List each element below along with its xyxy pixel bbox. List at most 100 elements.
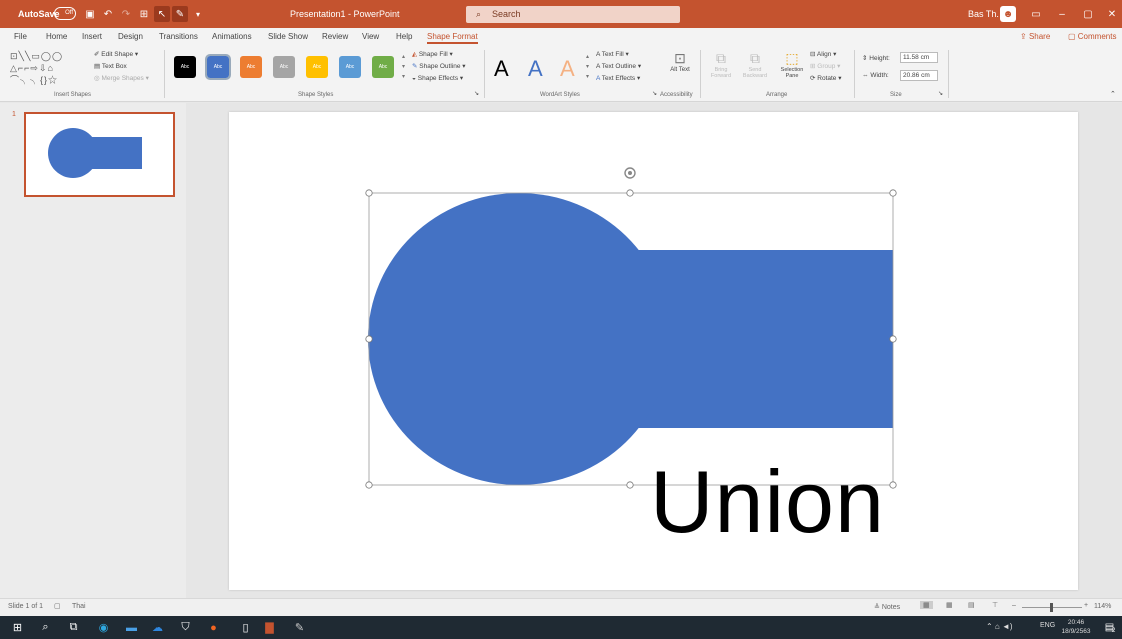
shape-style-swatch[interactable]: Abc (306, 56, 328, 78)
language-status[interactable]: Thai (72, 603, 86, 610)
windows-start-icon[interactable]: ⊞ (10, 620, 25, 635)
zoom-slider[interactable] (1022, 603, 1082, 612)
normal-view-icon[interactable]: ▦ (920, 601, 933, 609)
width-input[interactable]: 20.86 cm (900, 70, 938, 81)
notes-button[interactable]: ≜ Notes (874, 603, 900, 611)
task-view-icon[interactable]: ⧉ (66, 620, 81, 635)
group-button[interactable]: ⊞ Group ▾ (810, 62, 840, 70)
clock[interactable]: 20:46 18/9/2563 (1058, 618, 1094, 636)
tab-insert[interactable]: Insert (82, 32, 102, 41)
present-icon[interactable]: ⊞ (136, 6, 152, 22)
shape-style-swatch[interactable]: Abc (205, 54, 231, 80)
alt-text-button[interactable]: ⊡ Alt Text (668, 50, 692, 73)
zoom-in-icon[interactable]: + (1084, 602, 1088, 609)
shape-effects-button[interactable]: ◒ Shape Effects ▾ (412, 74, 463, 82)
zoom-out-icon[interactable]: – (1012, 602, 1016, 609)
shape-style-swatch[interactable]: Abc (174, 56, 196, 78)
tab-animations[interactable]: Animations (212, 32, 252, 41)
resize-handle-w[interactable] (365, 335, 373, 343)
tab-view[interactable]: View (362, 32, 379, 41)
size-launcher-icon[interactable]: ↘ (938, 90, 943, 97)
shape-style-swatch[interactable]: Abc (339, 56, 361, 78)
powerpoint-icon[interactable]: ▇ (262, 620, 277, 635)
mail-icon[interactable]: ▬ (124, 620, 139, 635)
user-name[interactable]: Bas Th. (968, 0, 999, 28)
height-input[interactable]: 11.58 cm (900, 52, 938, 63)
edit-shape-button[interactable]: ✐ Edit Shape ▾ (94, 50, 138, 58)
resize-handle-s[interactable] (626, 481, 634, 489)
taskbar-search-icon[interactable]: ⌕ (38, 620, 53, 635)
redo-icon[interactable]: ↷ (118, 6, 134, 22)
ribbon-display-icon[interactable]: ▭ (1028, 6, 1044, 22)
tab-review[interactable]: Review (322, 32, 348, 41)
send-backward-button[interactable]: ⧉ Send Backward (740, 50, 770, 79)
tray-icons[interactable]: ⌃ ⌂ ◄) (986, 622, 1013, 631)
resize-handle-n[interactable] (626, 189, 634, 197)
slideshow-view-icon[interactable]: ⊤ (992, 601, 998, 609)
onedrive-icon[interactable]: ☁ (150, 620, 165, 635)
shape-styles-scroll-icon[interactable]: ▴ ▾ ▾ (402, 52, 405, 82)
shape-fill-button[interactable]: ◭ Shape Fill ▾ (412, 50, 453, 58)
pen-icon[interactable]: ✎ (172, 6, 188, 22)
edge-icon[interactable]: ◉ (96, 620, 111, 635)
rotate-button[interactable]: ⟳ Rotate ▾ (810, 74, 842, 82)
comments-button[interactable]: ▢ Comments (1068, 32, 1116, 41)
paint-icon[interactable]: ✎ (292, 620, 307, 635)
shape-style-swatch[interactable]: Abc (372, 56, 394, 78)
tab-help[interactable]: Help (396, 32, 412, 41)
avatar[interactable]: ☻ (1000, 6, 1016, 22)
resize-handle-sw[interactable] (365, 481, 373, 489)
resize-handle-nw[interactable] (365, 189, 373, 197)
tab-transitions[interactable]: Transitions (159, 32, 198, 41)
pointer-icon[interactable]: ↖ (154, 6, 170, 22)
slide-sorter-icon[interactable]: ▦ (946, 601, 953, 609)
wordart-style-blue[interactable]: A (528, 56, 543, 82)
tab-file[interactable]: File (14, 32, 27, 41)
selection-pane-button[interactable]: ⬚ Selection Pane (776, 50, 808, 79)
shape-style-swatch[interactable]: Abc (240, 56, 262, 78)
zoom-level[interactable]: 114% (1094, 603, 1111, 610)
tab-home[interactable]: Home (46, 32, 67, 41)
text-box-button[interactable]: ▤ Text Box (94, 62, 127, 70)
wordart-scroll-icon[interactable]: ▴ ▾ ▾ (586, 52, 589, 82)
input-language[interactable]: ENG (1040, 622, 1055, 629)
save-icon[interactable]: ▣ (82, 6, 98, 22)
wordart-style-orange[interactable]: A (560, 56, 575, 82)
resize-handle-se[interactable] (889, 481, 897, 489)
union-shape[interactable] (368, 193, 893, 485)
rotate-handle-icon[interactable] (624, 167, 636, 179)
customize-toolbar-icon[interactable]: ▾ (190, 6, 206, 22)
text-effects-button[interactable]: A Text Effects ▾ (596, 74, 640, 82)
restore-icon[interactable]: ▢ (1080, 6, 1096, 22)
document-icon[interactable]: ▯ (238, 620, 253, 635)
shape-outline-button[interactable]: ✎ Shape Outline ▾ (412, 62, 466, 70)
tab-design[interactable]: Design (118, 32, 143, 41)
media-app-icon[interactable]: ● (206, 620, 221, 635)
collapse-ribbon-icon[interactable]: ⌃ (1110, 90, 1116, 98)
spellcheck-icon[interactable]: ▢ (54, 602, 61, 610)
share-button[interactable]: ⇪ Share (1020, 32, 1050, 41)
wordart-launcher-icon[interactable]: ↘ (652, 90, 657, 97)
shape-style-swatch[interactable]: Abc (273, 56, 295, 78)
close-icon[interactable]: ✕ (1104, 6, 1120, 22)
wordart-style-black[interactable]: A (494, 56, 509, 82)
resize-handle-e[interactable] (889, 335, 897, 343)
autosave-toggle[interactable]: Off (54, 7, 76, 20)
merge-shapes-button[interactable]: ◎ Merge Shapes ▾ (94, 74, 149, 82)
align-button[interactable]: ⊟ Align ▾ (810, 50, 836, 58)
resize-handle-ne[interactable] (889, 189, 897, 197)
zoom-slider-thumb[interactable] (1050, 603, 1053, 612)
shape-styles-launcher-icon[interactable]: ↘ (474, 90, 479, 97)
bring-forward-button[interactable]: ⧉ Bring Forward (706, 50, 736, 79)
tab-shape-format[interactable]: Shape Format (427, 32, 478, 44)
tab-slide-show[interactable]: Slide Show (268, 32, 308, 41)
store-icon[interactable]: ⛉ (178, 620, 193, 635)
minimize-icon[interactable]: – (1054, 6, 1070, 22)
text-outline-button[interactable]: A Text Outline ▾ (596, 62, 641, 70)
text-fill-button[interactable]: A Text Fill ▾ (596, 50, 629, 58)
search-input[interactable]: ⌕ Search (466, 6, 680, 23)
shapes-gallery[interactable]: ⊡╲╲▭◯◯ △⌐⌐⇨⇩⌂ ⌒╮╮{}☆ (10, 50, 90, 88)
slide-thumbnail[interactable] (24, 112, 175, 197)
reading-view-icon[interactable]: ▤ (968, 601, 975, 609)
undo-icon[interactable]: ↶ (100, 6, 116, 22)
